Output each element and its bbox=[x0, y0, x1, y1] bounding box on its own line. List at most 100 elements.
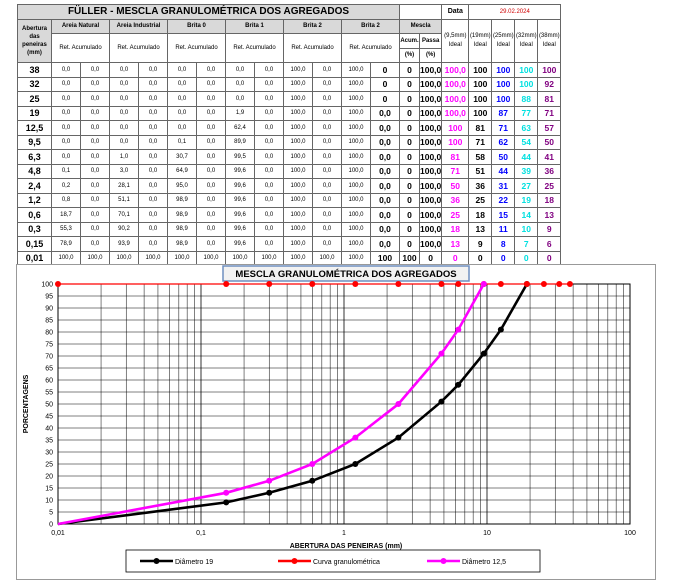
ret-value: 99,6 bbox=[225, 163, 255, 179]
ideal-value: 81 bbox=[537, 91, 562, 107]
data-point bbox=[55, 281, 61, 287]
ideal-value: 15 bbox=[491, 207, 516, 223]
ret-value: 100,0 bbox=[283, 120, 313, 136]
legend-label-2: Diâmetro 12,5 bbox=[462, 559, 506, 566]
ret-value: 99,6 bbox=[225, 178, 255, 194]
acum-value: 0 bbox=[399, 178, 420, 194]
ideal-value: 25 bbox=[468, 192, 493, 208]
sieve-size: 0,6 bbox=[17, 207, 52, 223]
y-tick-label: 90 bbox=[45, 306, 53, 313]
ideal-value: 44 bbox=[514, 149, 539, 165]
ret-value: 0,0 bbox=[138, 149, 168, 165]
sieve-size: 0,3 bbox=[17, 221, 52, 237]
y-tick-label: 35 bbox=[45, 438, 53, 445]
ret-value: 0,0 bbox=[370, 149, 400, 165]
ideal-value: 100 bbox=[491, 62, 516, 78]
data-point bbox=[540, 281, 547, 287]
data-point bbox=[309, 477, 316, 484]
ret-value: 28,1 bbox=[109, 178, 139, 194]
table-row: 0,15 78,9 0,0 93,9 0,0 98,9 0,0 99,6 0,0 100,0 0,0… bbox=[17, 236, 562, 252]
data-point bbox=[438, 350, 445, 357]
ret-value: 0,0 bbox=[80, 236, 110, 252]
ret-value: 51,1 bbox=[109, 192, 139, 208]
ret-value: 0,0 bbox=[138, 221, 168, 237]
ret-value: 100,0 bbox=[283, 91, 313, 107]
ret-value: 18,7 bbox=[51, 207, 81, 223]
ret-value: 0,0 bbox=[196, 120, 226, 136]
ret-value: 0,0 bbox=[51, 91, 81, 107]
ret-value: 98,9 bbox=[167, 192, 197, 208]
ideal-value: 27 bbox=[514, 178, 539, 194]
table-row: 2,4 0,2 0,0 28,1 0,0 95,0 0,0 99,6 0,0 100,0 0,0 10… bbox=[17, 178, 562, 194]
ideal-value: 19 bbox=[514, 192, 539, 208]
passa-value: 100,0 bbox=[418, 221, 443, 237]
ideal-value: 7 bbox=[514, 236, 539, 252]
ideal-value: 51 bbox=[468, 163, 493, 179]
granulometry-table: FÜLLER - MESCLA GRANULOMÉTRICA DOS AGREG… bbox=[17, 4, 562, 295]
table-row: 4,8 0,1 0,0 3,0 0,0 64,9 0,0 99,6 0,0 100,0 0,0 100… bbox=[17, 163, 562, 179]
ret-value: 0,0 bbox=[312, 105, 342, 121]
acum-value: 0 bbox=[399, 76, 420, 92]
y-tick-label: 5 bbox=[49, 510, 53, 517]
y-tick-label: 95 bbox=[45, 294, 53, 301]
ideal-value: 71 bbox=[537, 105, 562, 121]
ret-value: 0,0 bbox=[254, 105, 284, 121]
x-axis-label: ABERTURA DAS PENEIRAS (mm) bbox=[290, 543, 403, 550]
ret-value: 0,0 bbox=[254, 163, 284, 179]
ideal-value: 92 bbox=[537, 76, 562, 92]
ideal-value: 41 bbox=[537, 149, 562, 165]
ideal-value: 6 bbox=[537, 236, 562, 252]
ret-value: 0,0 bbox=[167, 76, 197, 92]
ideal-value: 9 bbox=[537, 221, 562, 237]
ret-value: 100,0 bbox=[341, 62, 371, 78]
ret-value: 0,0 bbox=[254, 178, 284, 194]
ideal-value: 13 bbox=[468, 221, 493, 237]
ret-value: 0,0 bbox=[80, 178, 110, 194]
y-tick-label: 50 bbox=[45, 402, 53, 409]
data-point bbox=[566, 281, 573, 287]
ret-value: 98,9 bbox=[167, 207, 197, 223]
passa-value: 100,0 bbox=[418, 120, 443, 136]
ret-value: 0,0 bbox=[312, 62, 342, 78]
ret-value: 0,0 bbox=[138, 105, 168, 121]
ideal-value: 100,0 bbox=[441, 105, 470, 121]
ideal-value: 71 bbox=[441, 163, 470, 179]
ret-value: 100,0 bbox=[341, 76, 371, 92]
ret-value: 0,0 bbox=[51, 149, 81, 165]
ideal-value: 100 bbox=[468, 91, 493, 107]
ret-value: 0,0 bbox=[370, 236, 400, 252]
ret-value: 0,2 bbox=[51, 178, 81, 194]
ideal-value: 8 bbox=[491, 236, 516, 252]
y-tick-label: 70 bbox=[45, 354, 53, 361]
ideal-value: 100 bbox=[514, 76, 539, 92]
ideal-value: 18 bbox=[537, 192, 562, 208]
x-tick-label: 100 bbox=[624, 530, 636, 537]
passa-value: 100,0 bbox=[418, 105, 443, 121]
passa-value: 100,0 bbox=[418, 163, 443, 179]
ret-value: 99,5 bbox=[225, 149, 255, 165]
granulometry-chart: 0510152025303540455055606570758085909510… bbox=[16, 264, 656, 580]
ret-value: 0,0 bbox=[254, 221, 284, 237]
x-tick-label: 0,01 bbox=[51, 530, 65, 537]
ret-value: 0,0 bbox=[167, 120, 197, 136]
ret-value: 0 bbox=[370, 91, 400, 107]
ret-value: 0,0 bbox=[312, 163, 342, 179]
ret-value: 99,6 bbox=[225, 221, 255, 237]
ret-value: 78,9 bbox=[51, 236, 81, 252]
ideal-value: 81 bbox=[468, 120, 493, 136]
ret-value: 100,0 bbox=[283, 149, 313, 165]
ret-value: 0,0 bbox=[254, 207, 284, 223]
ideal-value: 22 bbox=[491, 192, 516, 208]
x-tick-label: 1 bbox=[342, 530, 346, 537]
y-tick-label: 15 bbox=[45, 486, 53, 493]
y-tick-label: 10 bbox=[45, 498, 53, 505]
x-tick-label: 0,1 bbox=[196, 530, 206, 537]
group-header-3: Brita 1 bbox=[225, 18, 284, 34]
sieve-size: 25 bbox=[17, 91, 52, 107]
ret-value: 0,0 bbox=[196, 207, 226, 223]
ret-value: 0,1 bbox=[167, 134, 197, 150]
y-tick-label: 85 bbox=[45, 318, 53, 325]
ret-value: 0,0 bbox=[196, 149, 226, 165]
ret-value: 0,0 bbox=[51, 105, 81, 121]
ret-value: 0,0 bbox=[138, 134, 168, 150]
